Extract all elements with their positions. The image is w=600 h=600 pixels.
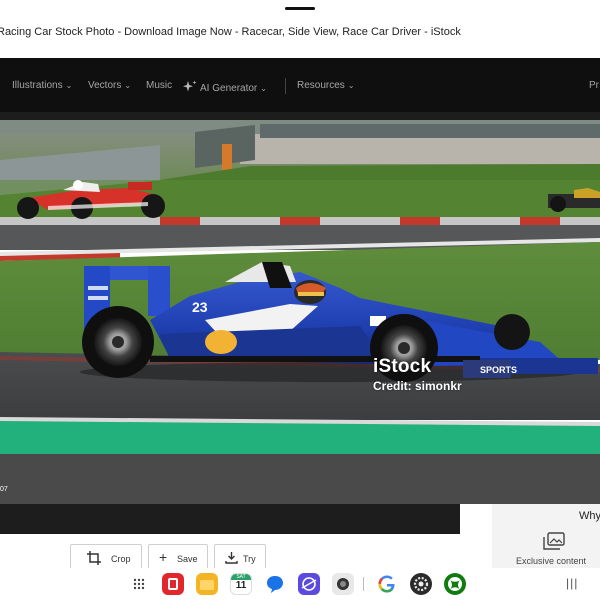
stock-photo[interactable]: 23 SPORTS iStock Credit: simonkr: [0, 120, 600, 504]
pages-glyph-icon: [168, 578, 178, 590]
crop-button-label: Crop: [111, 554, 131, 564]
planet-icon: [301, 577, 317, 591]
internet-app-icon[interactable]: [298, 573, 320, 595]
nav-item-label: AI Generator: [200, 83, 258, 94]
sparkle-icon: [183, 80, 197, 92]
photo-caption-band: [0, 504, 460, 534]
crop-button[interactable]: Crop: [70, 544, 142, 570]
race-photo-illustration: 23 SPORTS: [0, 120, 600, 504]
window-drag-handle[interactable]: [285, 7, 315, 10]
nav-item-vectors[interactable]: Vectors ⌄: [88, 80, 131, 91]
exclusive-content-label: Exclusive content: [516, 556, 587, 566]
calendar-app-icon[interactable]: SAT 11: [230, 573, 252, 595]
window-titlebar: Racing Car Stock Photo - Download Image …: [0, 0, 600, 58]
nav-item-label: Resources: [297, 80, 345, 91]
nav-item-label: Illustrations: [12, 80, 63, 91]
nav-underline-strip: [0, 112, 600, 120]
try-button[interactable]: Try: [214, 544, 266, 570]
google-app-icon[interactable]: [376, 573, 398, 595]
app-dock: SAT 11 |||: [0, 568, 600, 600]
watermark-brand: iStock: [373, 356, 432, 377]
sponsor-sports-label: SPORTS: [480, 365, 517, 375]
try-button-label: Try: [243, 554, 256, 564]
site-navbar: Illustrations ⌄ Vectors ⌄ Music AI Generat…: [0, 58, 600, 112]
image-stack-icon: [543, 532, 565, 550]
crop-icon: [87, 551, 101, 565]
camera-app-icon[interactable]: [332, 573, 354, 595]
chevron-down-icon: ⌄: [65, 81, 73, 90]
calendar-day: 11: [235, 580, 247, 591]
app-icon-red-stack[interactable]: [162, 573, 184, 595]
camera-lens-icon: [337, 578, 349, 590]
nav-item-music[interactable]: Music: [146, 80, 172, 91]
apps-grid-icon[interactable]: [133, 578, 145, 590]
chevron-down-icon: ⌄: [347, 81, 355, 90]
settings-app-icon[interactable]: [410, 573, 432, 595]
save-button-label: Save: [177, 554, 198, 564]
photo-id-fragment: 07: [0, 486, 8, 493]
nav-item-cutoff[interactable]: Pr: [589, 80, 599, 91]
messages-app-icon[interactable]: [264, 573, 286, 595]
why-istock-heading: Why: [579, 510, 600, 522]
xbox-app-icon[interactable]: [444, 573, 466, 595]
nav-item-resources[interactable]: Resources ⌄: [297, 80, 355, 91]
download-icon: [225, 552, 238, 564]
google-g-icon: [378, 575, 395, 593]
istock-watermark: iStock Credit: simonkr: [373, 356, 462, 393]
chat-bubble-icon: [267, 576, 283, 593]
dock-divider: [363, 577, 364, 591]
nav-item-illustrations[interactable]: Illustrations ⌄: [12, 80, 72, 91]
nav-item-label: Music: [146, 80, 173, 91]
car-number-label: 23: [192, 299, 208, 315]
folder-glyph-icon: [200, 580, 214, 590]
save-button[interactable]: + Save: [148, 544, 208, 570]
xbox-logo-icon: [448, 577, 462, 591]
window-title: Racing Car Stock Photo - Download Image …: [0, 26, 461, 38]
gear-icon: [413, 576, 429, 592]
recent-apps-button[interactable]: |||: [566, 576, 578, 590]
folder-app-icon[interactable]: [196, 573, 218, 595]
plus-icon: +: [159, 549, 168, 565]
nav-divider: [285, 78, 286, 94]
nav-item-ai-generator[interactable]: AI Generator ⌄: [182, 80, 267, 94]
chevron-down-icon: ⌄: [260, 84, 267, 93]
chevron-down-icon: ⌄: [124, 81, 132, 90]
watermark-credit: Credit: simonkr: [373, 379, 462, 393]
nav-item-label: Vectors: [88, 80, 122, 91]
